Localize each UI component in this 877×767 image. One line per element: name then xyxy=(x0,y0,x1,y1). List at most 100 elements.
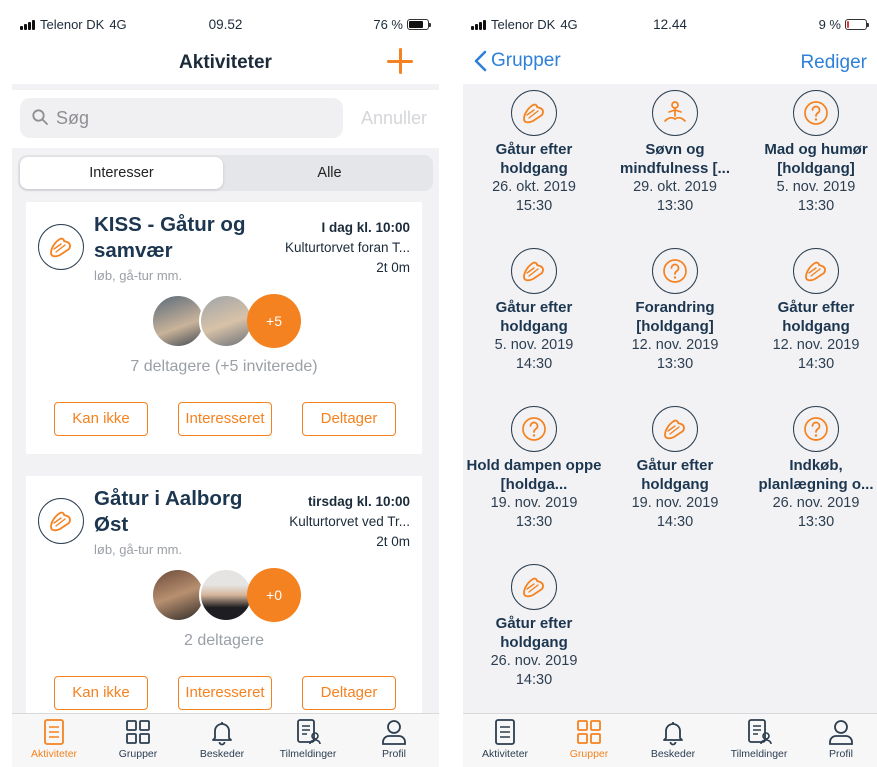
tab-registrations[interactable]: Tilmeldinger xyxy=(268,718,348,760)
tab-registrations[interactable]: Tilmeldinger xyxy=(719,718,799,760)
more-participants-badge: +5 xyxy=(247,294,301,348)
participant-avatars[interactable]: +0 xyxy=(151,568,301,624)
navigation-bar: Aktiviteter xyxy=(12,40,439,84)
group-title: Indkøb, planlægning o... xyxy=(758,457,874,493)
activity-category: løb, gå-tur mm. xyxy=(94,268,183,283)
group-time: 13:30 xyxy=(515,514,553,530)
page-title: Aktiviteter xyxy=(179,52,272,73)
group-date: 19. nov. 2019 xyxy=(490,495,578,511)
group-item[interactable]: Gåtur efter holdgang 19. nov. 2019 14:30 xyxy=(606,406,744,532)
group-time: 13:30 xyxy=(656,198,694,214)
filter-segmented-control: Interesser Alle xyxy=(18,155,433,191)
avatar xyxy=(151,568,205,622)
clock: 12.44 xyxy=(653,17,687,32)
shoe-icon xyxy=(511,564,557,610)
tab-bar: Aktiviteter Grupper Beskeder Tilmeldinge… xyxy=(12,713,439,767)
segment-interests[interactable]: Interesser xyxy=(20,157,223,189)
chevron-left-icon xyxy=(474,50,487,72)
tab-profile[interactable]: Profil xyxy=(801,718,877,760)
group-date: 29. okt. 2019 xyxy=(633,179,717,195)
group-time: 14:30 xyxy=(515,356,553,372)
group-time: 13:30 xyxy=(656,356,694,372)
tab-profile[interactable]: Profil xyxy=(354,718,434,760)
group-date: 19. nov. 2019 xyxy=(631,495,719,511)
tab-groups[interactable]: Grupper xyxy=(549,718,629,760)
activity-location: Kulturtorvet foran T... xyxy=(284,240,410,255)
group-item[interactable]: Søvn og mindfulness [... 29. okt. 2019 13:… xyxy=(606,90,744,216)
attend-button[interactable]: Deltager xyxy=(302,402,396,436)
shoe-icon xyxy=(38,498,84,544)
activity-category: løb, gå-tur mm. xyxy=(94,542,183,557)
group-date: 26. okt. 2019 xyxy=(492,179,576,195)
group-title: Gåtur efter holdgang xyxy=(495,141,573,177)
tab-messages[interactable]: Beskeder xyxy=(633,718,713,760)
battery-icon xyxy=(845,19,869,30)
search-field[interactable] xyxy=(20,98,343,138)
group-date: 5. nov. 2019 xyxy=(494,337,574,353)
tab-bar: Aktiviteter Grupper Beskeder Tilmeldinge… xyxy=(463,713,877,767)
attend-button[interactable]: Deltager xyxy=(302,676,396,710)
status-bar: Telenor DK 4G 12.44 9 % xyxy=(463,0,877,40)
question-icon xyxy=(511,406,557,452)
search-input[interactable] xyxy=(56,106,326,130)
cant-attend-button[interactable]: Kan ikke xyxy=(54,676,148,710)
grid-icon xyxy=(126,720,150,744)
participant-count: 2 deltagere xyxy=(183,632,265,649)
group-item[interactable]: Forandring [holdgang] 12. nov. 2019 13:30 xyxy=(606,248,744,374)
back-button[interactable]: Grupper xyxy=(473,50,561,72)
avatar xyxy=(151,294,205,348)
interested-button[interactable]: Interesseret xyxy=(178,402,272,436)
activity-time: I dag kl. 10:00 xyxy=(321,220,410,235)
activity-card[interactable]: Gåtur i Aalborg Øst løb, gå-tur mm. tirs… xyxy=(26,476,422,726)
bell-icon xyxy=(212,722,232,746)
group-item[interactable]: Gåtur efter holdgang 26. okt. 2019 15:30 xyxy=(465,90,603,216)
activity-card[interactable]: KISS - Gåtur og samvær løb, gå-tur mm. I… xyxy=(26,202,422,454)
group-item[interactable]: Gåtur efter holdgang 12. nov. 2019 14:30 xyxy=(747,248,877,374)
interested-button[interactable]: Interesseret xyxy=(178,676,272,710)
add-activity-button[interactable] xyxy=(387,48,413,74)
shoe-icon xyxy=(793,248,839,294)
activity-meta: I dag kl. 10:00 Kulturtorvet foran T... … xyxy=(285,218,410,278)
more-participants-badge: +0 xyxy=(247,568,301,622)
group-time: 13:30 xyxy=(797,198,835,214)
group-title: Forandring [holdgang] xyxy=(635,299,715,335)
edit-button[interactable]: Rediger xyxy=(800,52,867,74)
tab-activities[interactable]: Aktiviteter xyxy=(465,718,545,760)
question-icon xyxy=(793,90,839,136)
participant-count: 7 deltagere (+5 inviterede) xyxy=(130,358,318,375)
groups-screen: Telenor DK 4G 12.44 9 % Grupper Rediger … xyxy=(463,0,877,767)
tab-messages[interactable]: Beskeder xyxy=(182,718,262,760)
group-title: Gåtur efter holdgang xyxy=(636,457,714,493)
group-time: 14:30 xyxy=(797,356,835,372)
group-item[interactable]: Hold dampen oppe [holdga... 19. nov. 2019… xyxy=(465,406,603,532)
participant-avatars[interactable]: +5 xyxy=(151,294,301,350)
group-title: Gåtur efter holdgang xyxy=(495,299,573,335)
navigation-bar: Grupper Rediger xyxy=(463,40,877,84)
user-icon xyxy=(382,720,406,745)
avatar xyxy=(199,568,253,622)
shoe-icon xyxy=(38,224,84,270)
battery-percent: 9 % xyxy=(818,17,841,32)
search-bar: Annuller xyxy=(12,90,439,148)
activity-duration: 2t 0m xyxy=(376,260,410,275)
group-item[interactable]: Mad og humør [holdgang] 5. nov. 2019 13:30 xyxy=(747,90,877,216)
group-title: Hold dampen oppe [holdga... xyxy=(466,457,602,493)
bell-icon xyxy=(663,722,683,746)
registration-icon xyxy=(297,719,321,745)
search-icon xyxy=(32,109,48,125)
cant-attend-button[interactable]: Kan ikke xyxy=(54,402,148,436)
cancel-search-button[interactable]: Annuller xyxy=(361,108,427,129)
group-date: 26. nov. 2019 xyxy=(772,495,860,511)
avatar xyxy=(199,294,253,348)
group-item[interactable]: Gåtur efter holdgang 5. nov. 2019 14:30 xyxy=(465,248,603,374)
group-item[interactable]: Indkøb, planlægning o... 26. nov. 2019 13:… xyxy=(747,406,877,532)
group-item[interactable]: Gåtur efter holdgang 26. nov. 2019 14:30 xyxy=(465,564,603,690)
segment-all[interactable]: Alle xyxy=(228,157,431,189)
tab-activities[interactable]: Aktiviteter xyxy=(14,718,94,760)
activity-duration: 2t 0m xyxy=(376,534,410,549)
activity-title: Gåtur i Aalborg Øst xyxy=(94,487,243,536)
activity-meta: tirsdag kl. 10:00 Kulturtorvet ved Tr...… xyxy=(289,492,410,552)
group-title: Søvn og mindfulness [... xyxy=(619,141,730,177)
tab-groups[interactable]: Grupper xyxy=(98,718,178,760)
shoe-icon xyxy=(511,248,557,294)
